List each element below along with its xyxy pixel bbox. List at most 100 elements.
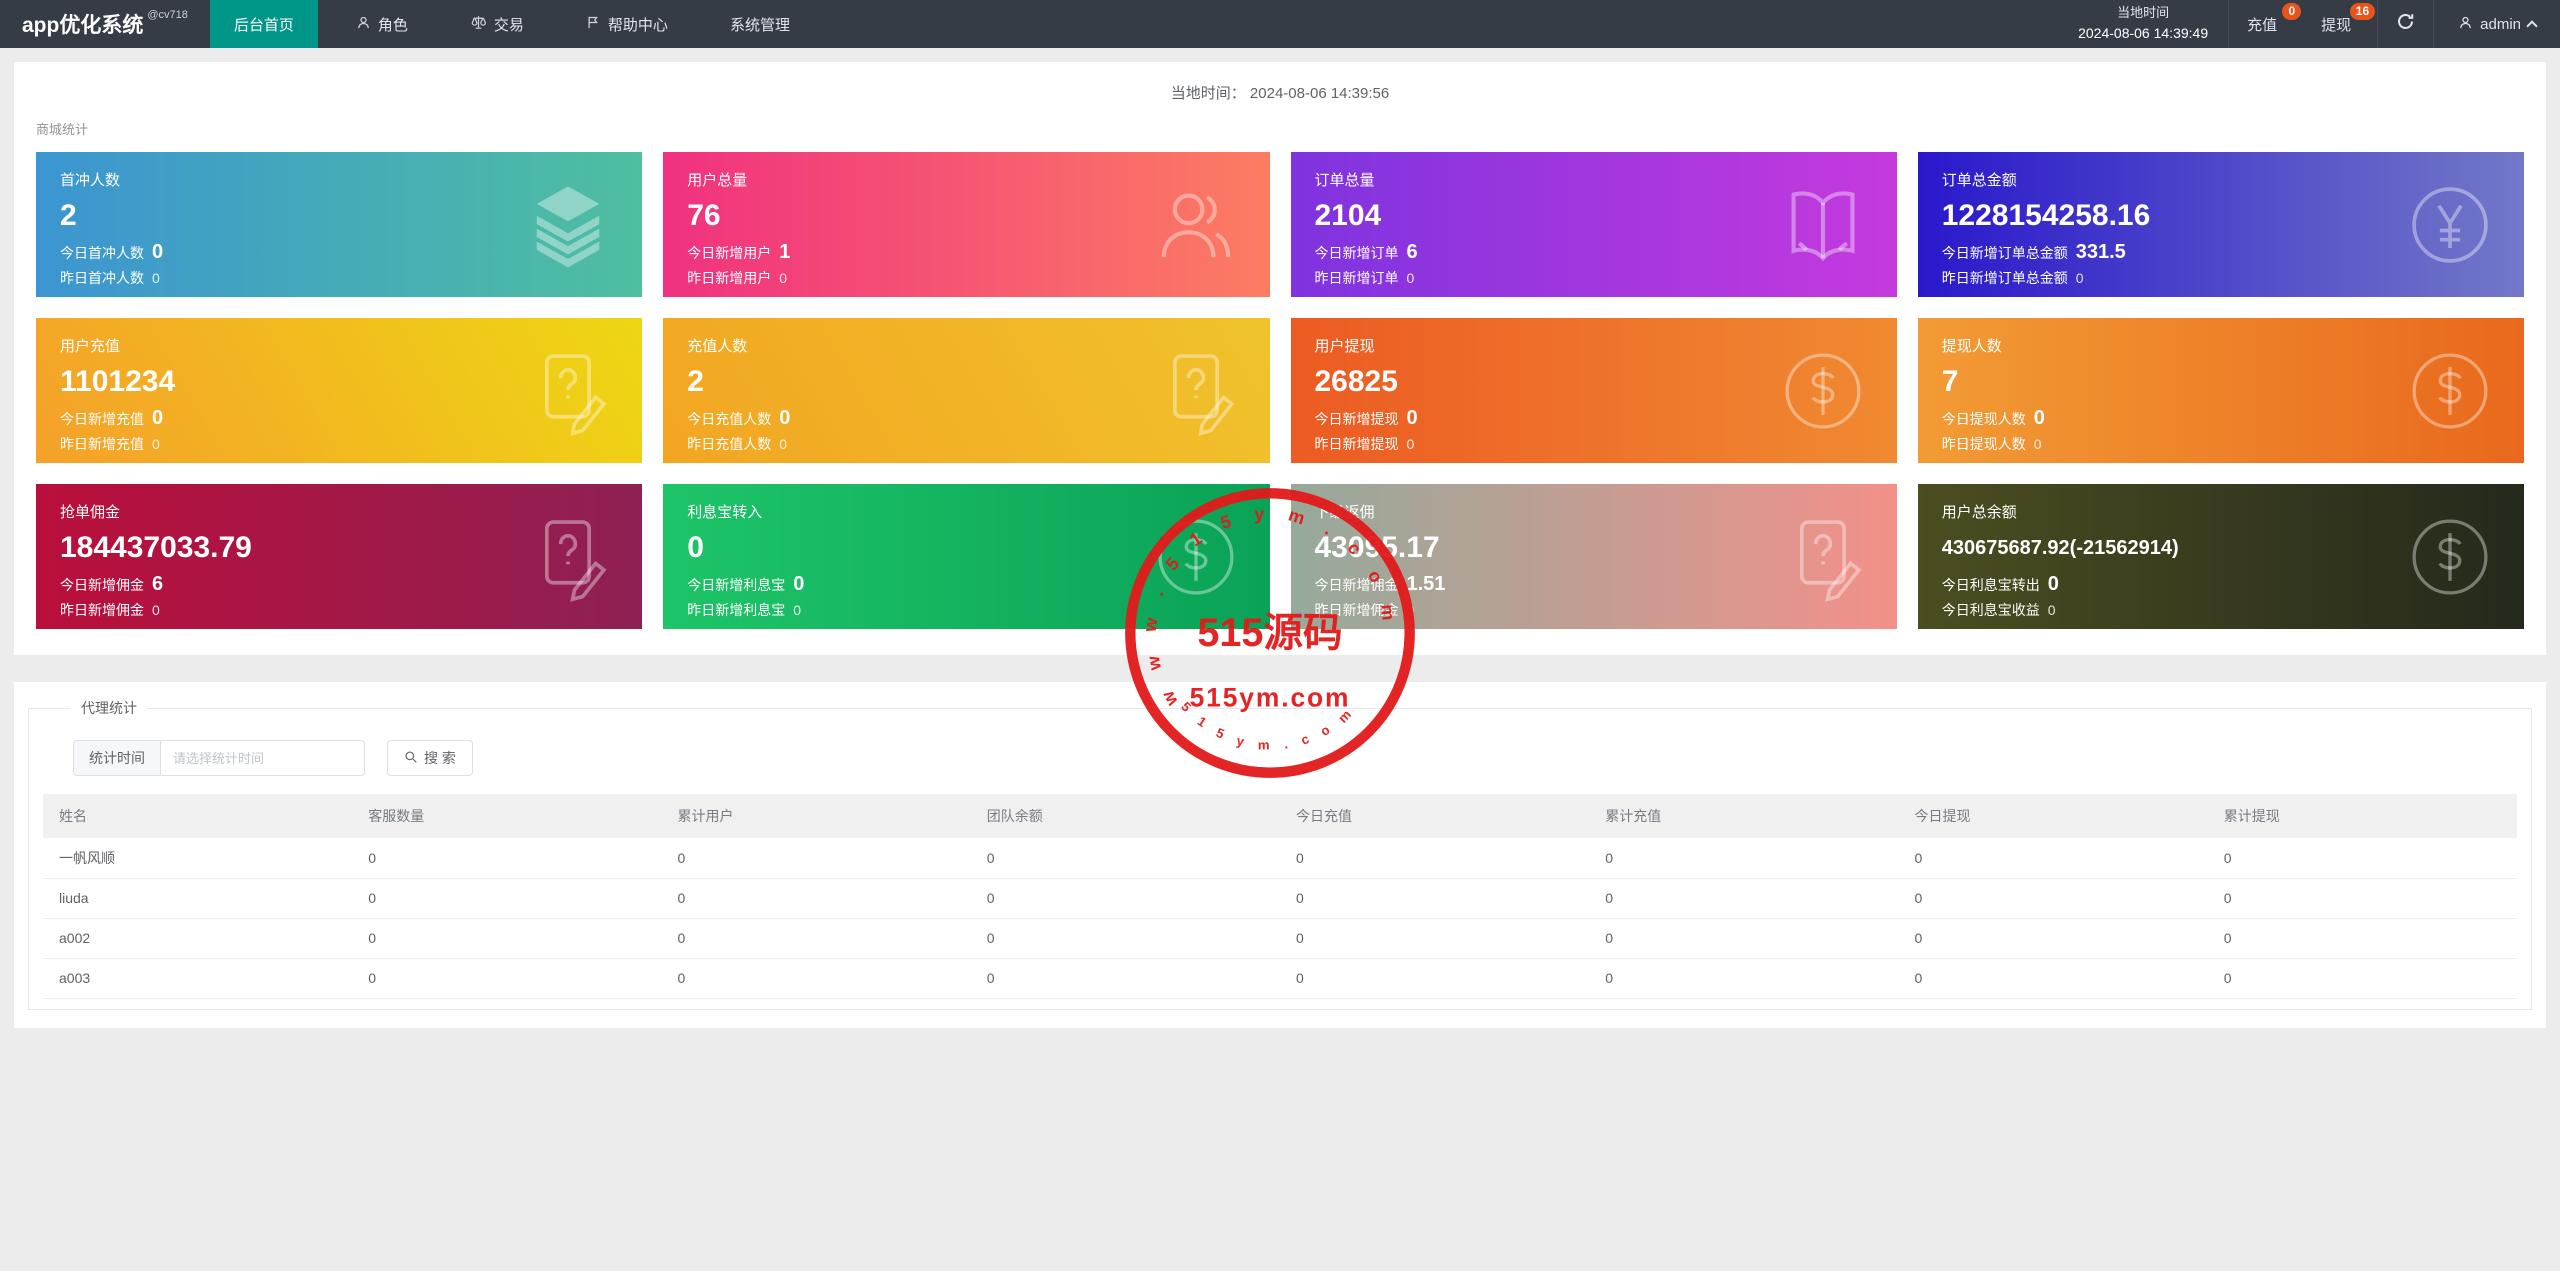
table-header-cell: 累计用户 [661, 794, 971, 838]
stat-line-value: 0 [793, 601, 802, 618]
agent-panel: 代理统计 统计时间 搜 索 姓名客服数量累计用户团队余额今日充值累计充值今日提现… [14, 682, 2546, 1028]
table-header-cell: 团队余额 [970, 794, 1280, 838]
stat-line-label: 昨日新增佣金 [60, 601, 144, 618]
yen-circle-icon [2404, 179, 2496, 271]
stat-line-label: 今日新增订单总金额 [1941, 244, 2068, 261]
user-dropdown[interactable]: admin [2434, 0, 2560, 48]
doc-edit-icon [1150, 345, 1242, 437]
table-cell: 0 [1589, 878, 1899, 919]
user-icon [356, 15, 371, 34]
stat-card-10: 利息宝转入 0 今日新增利息宝 0 昨日新增利息宝 0 [663, 484, 1270, 629]
doc-edit-icon [522, 511, 614, 603]
stat-time-input[interactable] [160, 740, 365, 776]
stat-line-value: 0 [152, 601, 160, 618]
table-cell: 0 [2207, 878, 2517, 919]
recharge-link[interactable]: 充值 0 [2229, 0, 2303, 48]
book-icon [1777, 179, 1869, 271]
dollar-circle-icon [1777, 345, 1869, 437]
top-navbar: app优化系统 @cv718 后台首页 角色 交易 帮助中心 系统管理 当地时间 202… [0, 0, 2560, 48]
stat-line-label: 今日提现人数 [1941, 410, 2026, 427]
stat-line-label: 今日新增提现 [1314, 410, 1399, 427]
table-cell: 0 [661, 838, 971, 879]
stat-line-value: 0 [2075, 269, 2084, 286]
table-cell: 一帆风顺 [43, 838, 353, 879]
dollar-circle-icon [1150, 511, 1242, 603]
stat-card-11: 下级返佣 43095.17 今日新增佣金 1.51 昨日新增佣金 0 [1290, 484, 1897, 629]
table-row-3: a002 0 0 0 0 0 0 0 [43, 918, 2517, 959]
withdraw-link[interactable]: 提现 16 [2303, 0, 2377, 48]
stat-line-label: 今日充值人数 [687, 410, 772, 427]
table-cell: 0 [1280, 838, 1590, 879]
stat-card-4: 订单总金额 1228154258.16 今日新增订单总金额 331.5 昨日新增订单总金… [1917, 152, 2524, 297]
menu-item-1[interactable]: 后台首页 [209, 0, 318, 48]
stat-line-label: 昨日充值人数 [687, 435, 772, 452]
stat-line-value: 1.51 [1406, 572, 1446, 595]
stat-card-2: 用户总量 76 今日新增用户 1 昨日新增用户 0 [663, 152, 1270, 297]
stat-line-label: 昨日新增订单 [1314, 269, 1399, 286]
app-version: @cv718 [147, 9, 188, 21]
table-cell: 0 [970, 878, 1280, 919]
stat-line-value: 0 [2033, 406, 2045, 429]
table-cell: 0 [2207, 838, 2517, 879]
stat-line-value: 0 [779, 435, 788, 452]
stats-panel: 当地时间： 2024-08-06 14:39:56 商城统计 首冲人数 2 今日首冲… [14, 62, 2546, 655]
stat-line-value: 0 [2033, 435, 2042, 452]
local-time-label: 当地时间 [2117, 5, 2170, 21]
stat-line-value: 0 [1406, 269, 1415, 286]
stat-line-label: 今日首冲人数 [60, 244, 144, 261]
stat-line-value: 0 [1406, 406, 1418, 429]
stat-line-label: 今日新增利息宝 [687, 576, 786, 593]
table-cell: 0 [352, 918, 662, 959]
table-cell: 0 [1898, 878, 2208, 919]
stat-line-label: 今日新增订单 [1314, 244, 1399, 261]
local-time-block: 当地时间 2024-08-06 14:39:49 [2058, 0, 2230, 48]
table-cell: 0 [1280, 918, 1590, 959]
table-header-cell: 姓名 [43, 794, 353, 838]
search-button[interactable]: 搜 索 [387, 740, 473, 776]
stat-line-label: 昨日新增利息宝 [687, 601, 786, 618]
table-cell: 0 [1898, 958, 2208, 999]
stat-card-5: 用户充值 1101234 今日新增充值 0 昨日新增充值 0 [36, 318, 643, 463]
withdraw-label: 提现 [2321, 16, 2352, 34]
stat-line-label: 昨日新增提现 [1314, 435, 1399, 452]
table-header-cell: 累计充值 [1589, 794, 1899, 838]
menu-item-4[interactable]: 帮助中心 [562, 0, 692, 48]
menu-item-label: 角色 [377, 16, 408, 34]
chevron-up-icon [2526, 20, 2538, 32]
stat-line-label: 昨日提现人数 [1941, 435, 2026, 452]
stat-card-8: 提现人数 7 今日提现人数 0 昨日提现人数 0 [1917, 318, 2524, 463]
layers-icon [522, 179, 614, 271]
stat-line-value: 331.5 [2075, 240, 2126, 263]
table-header-cell: 今日充值 [1280, 794, 1590, 838]
stat-line-value: 0 [793, 572, 805, 595]
table-row-4: a003 0 0 0 0 0 0 0 [43, 958, 2517, 999]
user-icon [2458, 15, 2473, 34]
table-cell: 0 [661, 958, 971, 999]
app-logo[interactable]: app优化系统 @cv718 [0, 0, 210, 48]
menu-item-label: 后台首页 [233, 16, 294, 34]
stat-card-12: 用户总余额 430675687.92(-21562914) 今日利息宝转出 0 今日利息… [1917, 484, 2524, 629]
stat-line-value: 0 [152, 406, 164, 429]
stat-line-value: 0 [779, 406, 791, 429]
recharge-badge: 0 [2282, 3, 2302, 20]
stat-line-label: 今日新增用户 [687, 244, 772, 261]
stat-line-value: 0 [152, 269, 160, 286]
navbar-right: 当地时间 2024-08-06 14:39:49 充值 0 提现 16 admi… [2058, 0, 2560, 48]
table-cell: 0 [1589, 958, 1899, 999]
menu-item-2[interactable]: 角色 [332, 0, 432, 48]
refresh-button[interactable] [2378, 0, 2435, 48]
table-cell: 0 [661, 918, 971, 959]
stat-line-label: 今日利息宝收益 [1941, 602, 2040, 618]
menu-item-label: 系统管理 [729, 16, 790, 34]
table-row-1: 一帆风顺 0 0 0 0 0 0 0 [43, 838, 2517, 879]
menu-item-5[interactable]: 系统管理 [706, 0, 814, 48]
dollar-circle-icon [2404, 345, 2496, 437]
stat-card-3: 订单总量 2104 今日新增订单 6 昨日新增订单 0 [1290, 152, 1897, 297]
flag-icon [586, 15, 601, 34]
stat-line-label: 今日新增佣金 [1314, 576, 1399, 593]
page-local-time: 当地时间： 2024-08-06 14:39:56 [1170, 85, 1390, 102]
menu-item-3[interactable]: 交易 [446, 0, 548, 48]
stat-line-value: 0 [152, 240, 164, 263]
table-cell: 0 [1280, 878, 1590, 919]
main-content: 当地时间： 2024-08-06 14:39:56 商城统计 首冲人数 2 今日首冲… [0, 48, 2560, 1042]
